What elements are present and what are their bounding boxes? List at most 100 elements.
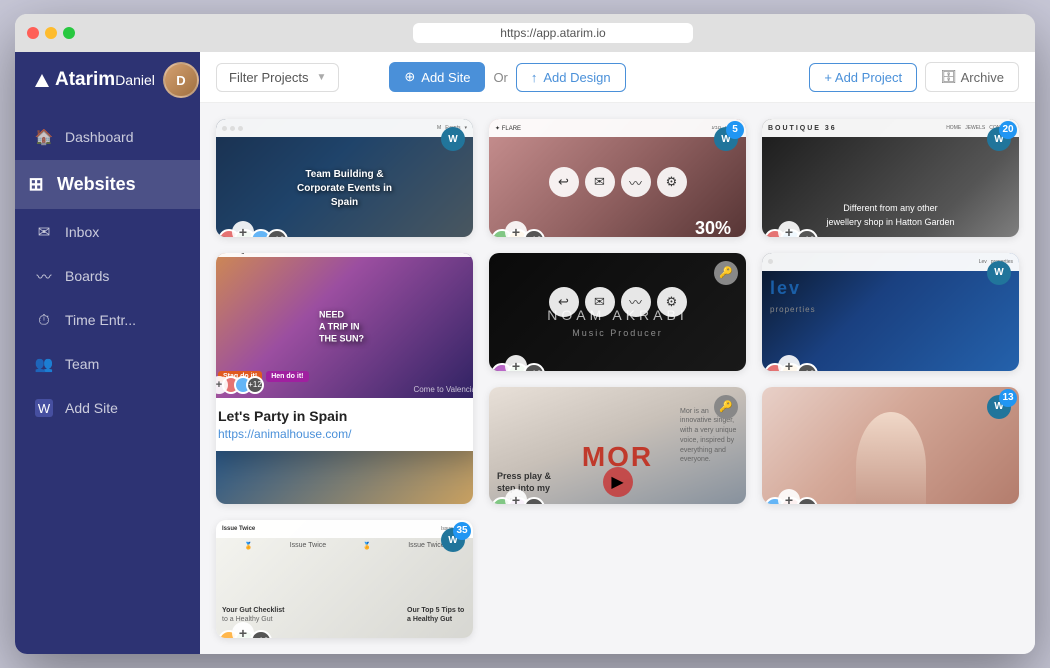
filter-projects-select[interactable]: Filter Projects ▼ <box>216 63 339 92</box>
dot-green[interactable] <box>63 27 75 39</box>
blazing-tagline: Come to Valencia <box>413 385 473 394</box>
user-avatar[interactable]: D <box>163 62 199 98</box>
wp-badge: W 5 <box>714 127 738 151</box>
badge-wrapper: W 5 <box>714 127 738 151</box>
play-button[interactable]: ▶ <box>603 467 633 497</box>
add-avatar-button[interactable]: + <box>778 221 800 237</box>
project-card-fashion-guru[interactable]: ✦ FLARE טבעמלון▾ ↩ ✉ 〰 ⚙ 30% + <box>489 119 746 237</box>
sidebar-nav: 🏠 Dashboard ⊞ Websites ✉ Inbox 〰 Boards … <box>15 108 200 437</box>
add-design-button[interactable]: ↑ Add Design <box>516 63 626 92</box>
sidebar-item-label: Time Entr... <box>65 312 136 328</box>
card-avatars: + +12 <box>770 363 818 371</box>
dropdown-chevron-icon: ▼ <box>316 72 326 83</box>
overlay-card-info: Let's Party in Spain https://animalhouse… <box>216 398 473 451</box>
dot-red[interactable] <box>27 27 39 39</box>
card-thumbnail: BOUTIQUE 36 HOMEJEWELSCONTACT Different … <box>762 119 1019 237</box>
browser-window: https://app.atarim.io Atarim Daniel D <box>15 14 1035 654</box>
user-name: Daniel <box>115 72 155 88</box>
person-photo-placeholder <box>762 387 1019 505</box>
sidebar-item-label: Websites <box>57 174 136 195</box>
sidebar-item-label: Add Site <box>65 400 118 416</box>
logo-area: Atarim <box>35 69 115 91</box>
badge-wrapper: W 13 <box>987 395 1011 419</box>
add-site-button[interactable]: ⊕ Add Site <box>389 62 485 92</box>
browser-chrome: https://app.atarim.io <box>15 14 1035 52</box>
fake-browser-header: Levproperties <box>762 253 1019 271</box>
wp-badge: W <box>987 261 1011 285</box>
badge-wrapper: W 20 <box>987 127 1011 151</box>
notif-count: 5 <box>726 121 744 139</box>
overlay-card[interactable]: 🔒 BlaizingEvents ABOUT STAG DO HEN DO CO… <box>216 253 473 451</box>
badge-wrapper: W <box>987 261 1011 285</box>
logo-text: Atarim <box>55 69 115 91</box>
sidebar-item-label: Dashboard <box>65 129 134 145</box>
card-thumbnail: Issue Twice Issue Twice 🏅Issue Twice🏅Iss… <box>216 520 473 638</box>
sidebar-item-add-site[interactable]: W Add Site <box>15 387 200 429</box>
project-card-music-producer[interactable]: NOAM AKRABIMusic Producer ↩ ✉ 〰 ⚙ + +12 <box>489 253 746 371</box>
thumb-action-icons: ↩ ✉ 〰 ⚙ <box>549 167 687 197</box>
add-design-label: Add Design <box>543 70 610 85</box>
sidebar-item-websites[interactable]: ⊞ Websites <box>15 160 200 209</box>
sidebar-item-time-entries[interactable]: ⏱ Time Entr... <box>15 299 200 341</box>
wordpress-icon: W <box>35 399 53 417</box>
card-thumbnail: NOAM AKRABIMusic Producer ↩ ✉ 〰 ⚙ + +12 <box>489 253 746 371</box>
percent-text: 30% <box>695 218 731 237</box>
logo-triangle-icon <box>35 74 49 87</box>
project-card-mor[interactable]: MOR Press play &step into myworld Mor is… <box>489 387 746 505</box>
wp-badge: W <box>441 127 465 151</box>
archive-button[interactable]: 🗄 Archive <box>925 62 1019 92</box>
wp-badge: W 35 <box>441 528 465 552</box>
boards-icon: 〰 <box>35 267 53 285</box>
badge-wrapper: 🔑 <box>714 395 738 419</box>
chart-icon: 〰 <box>621 287 651 317</box>
inbox-icon: ✉ <box>35 223 53 241</box>
sidebar-item-team[interactable]: 👥 Team <box>15 343 200 385</box>
thumb-headline: Team Building & Corporate Events in Spai… <box>285 168 405 210</box>
card-avatars: + +12 <box>770 497 818 505</box>
project-card-buyitnow[interactable]: Issue Twice Issue Twice 🏅Issue Twice🏅Iss… <box>216 520 473 638</box>
email-icon: ✉ <box>585 287 615 317</box>
badge-wrapper: 🔑 <box>714 261 738 285</box>
sidebar-item-boards[interactable]: 〰 Boards <box>15 255 200 297</box>
add-avatar-button[interactable]: + <box>232 622 254 638</box>
add-avatar-button[interactable]: + <box>778 355 800 371</box>
fake-browser-header: BOUTIQUE 36 HOMEJEWELSCONTACT <box>762 119 1019 137</box>
sidebar-item-inbox[interactable]: ✉ Inbox <box>15 211 200 253</box>
card-thumbnail: ✦ FLARE טבעמלון▾ ↩ ✉ 〰 ⚙ 30% + <box>489 119 746 237</box>
wp-badge: W 20 <box>987 127 1011 151</box>
home-icon: 🏠 <box>35 128 53 146</box>
add-avatar-button[interactable]: + <box>505 221 527 237</box>
sidebar-item-dashboard[interactable]: 🏠 Dashboard <box>15 116 200 158</box>
add-site-label: Add Site <box>421 70 470 85</box>
card-avatars: + +12 <box>497 497 545 505</box>
add-project-label: + Add Project <box>824 70 902 85</box>
share-icon: ↩ <box>549 287 579 317</box>
content-header: Filter Projects ▼ ⊕ Add Site Or ↑ Add De… <box>200 52 1035 103</box>
sidebar-item-label: Inbox <box>65 224 99 240</box>
team-icon: 👥 <box>35 355 53 373</box>
archive-label: Archive <box>961 70 1004 85</box>
wp-badge: W 13 <box>987 395 1011 419</box>
card-thumbnail: + +12 W 13 <box>762 387 1019 505</box>
filter-label: Filter Projects <box>229 70 308 85</box>
project-card-londonlet[interactable]: Levproperties lev properties להשקיע בלונ… <box>762 253 1019 371</box>
add-avatar-button[interactable]: + <box>505 355 527 371</box>
add-project-button[interactable]: + Add Project <box>809 63 917 92</box>
top-tips: Our Top 5 Tips to a Healthy Gut <box>407 606 467 626</box>
project-card-fluffy[interactable]: + +12 W 13 Fashion In The House <box>762 387 1019 505</box>
issue-twice-logos: 🏅Issue Twice🏅Issue Twice <box>216 542 473 550</box>
url-bar[interactable]: https://app.atarim.io <box>413 23 693 43</box>
project-card-jewellery[interactable]: BOUTIQUE 36 HOMEJEWELSCONTACT Different … <box>762 119 1019 237</box>
add-avatar-button[interactable]: + <box>232 221 254 237</box>
project-card-corporate[interactable]: ΜEvents▾ Team Building & Corporate Event… <box>216 119 473 237</box>
overlay-card-url: https://animalhouse.com/ <box>218 427 473 441</box>
card-avatars: + +12 <box>497 363 545 371</box>
card-thumbnail: Levproperties lev properties להשקיע בלונ… <box>762 253 1019 371</box>
browser-url: https://app.atarim.io <box>83 23 1023 43</box>
key-badge: 🔑 <box>714 395 738 419</box>
or-label: Or <box>493 70 507 85</box>
upload-icon: ↑ <box>531 70 538 85</box>
dot-yellow[interactable] <box>45 27 57 39</box>
project-card-blazing[interactable]: 🔒 BlaizingEvents ABOUT STAG DO HEN DO CO… <box>216 253 473 505</box>
share-icon: ↩ <box>549 167 579 197</box>
